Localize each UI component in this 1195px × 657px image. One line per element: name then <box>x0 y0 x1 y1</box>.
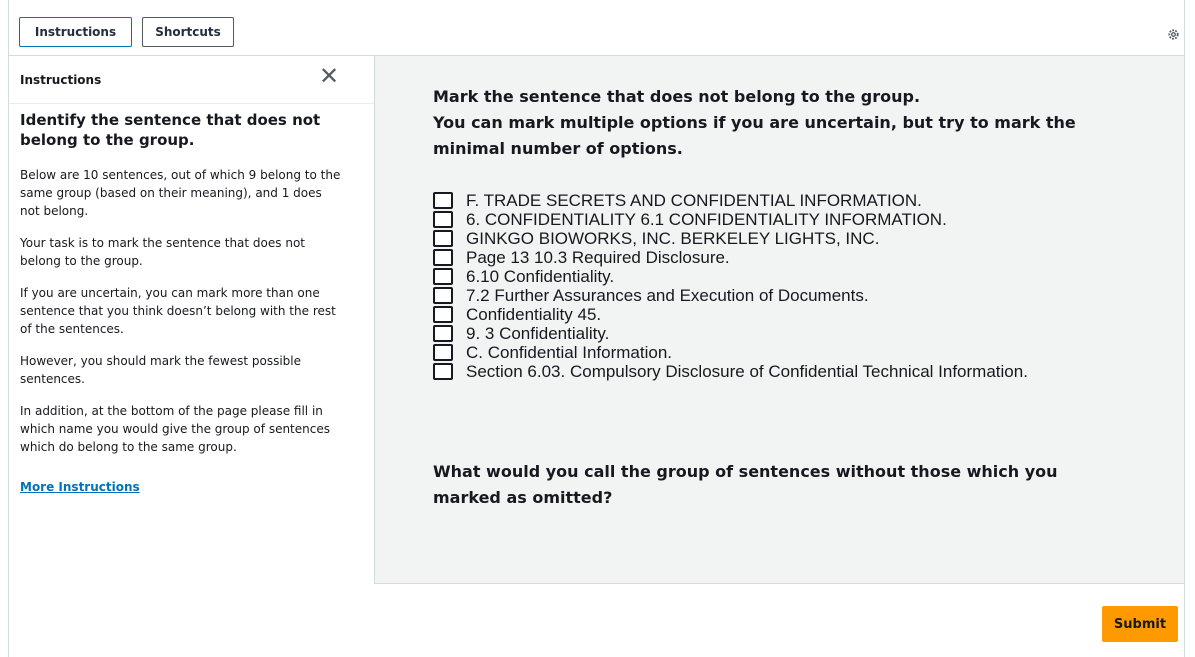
options-list: F. TRADE SECRETS AND CONFIDENTIAL INFORM… <box>433 191 1028 381</box>
option-row: Confidentiality 45. <box>433 305 1028 324</box>
question-line: You can mark multiple options if you are… <box>433 113 1076 132</box>
option-checkbox[interactable] <box>433 211 453 228</box>
option-label: Confidentiality 45. <box>466 305 602 324</box>
option-row: Page 13 10.3 Required Disclosure. <box>433 248 1028 267</box>
option-checkbox[interactable] <box>433 325 453 342</box>
option-label: GINKGO BIOWORKS, INC. BERKELEY LIGHTS, I… <box>466 229 880 248</box>
group-name-prompt-line: marked as omitted? <box>433 488 613 507</box>
group-name-prompt: What would you call the group of sentenc… <box>433 459 1133 511</box>
option-label: Section 6.03. Compulsory Disclosure of C… <box>466 362 1028 381</box>
instructions-paragraph: If you are uncertain, you can mark more … <box>20 286 336 336</box>
option-row: 6. CONFIDENTIALITY 6.1 CONFIDENTIALITY I… <box>433 210 1028 229</box>
instructions-panel: Instructions ✕ Identify the sentence tha… <box>9 56 375 584</box>
more-instructions-link[interactable]: More Instructions <box>20 480 140 494</box>
option-checkbox[interactable] <box>433 306 453 323</box>
option-row: C. Confidential Information. <box>433 343 1028 362</box>
option-label: 6. CONFIDENTIALITY 6.1 CONFIDENTIALITY I… <box>466 210 947 229</box>
task-frame: Instructions Shortcuts Instructions ✕ Id… <box>8 0 1185 657</box>
option-label: F. TRADE SECRETS AND CONFIDENTIAL INFORM… <box>466 191 922 210</box>
option-checkbox[interactable] <box>433 363 453 380</box>
option-label: 6.10 Confidentiality. <box>466 267 615 286</box>
option-checkbox[interactable] <box>433 344 453 361</box>
instructions-paragraph: In addition, at the bottom of the page p… <box>20 404 330 454</box>
submit-button[interactable]: Submit <box>1102 606 1178 642</box>
shortcuts-button[interactable]: Shortcuts <box>142 17 234 47</box>
option-row: 9. 3 Confidentiality. <box>433 324 1028 343</box>
option-checkbox[interactable] <box>433 192 453 209</box>
panel-title: Instructions <box>20 73 102 87</box>
option-row: GINKGO BIOWORKS, INC. BERKELEY LIGHTS, I… <box>433 229 1028 248</box>
option-checkbox[interactable] <box>433 268 453 285</box>
instructions-panel-header: Instructions ✕ <box>9 56 374 104</box>
option-checkbox[interactable] <box>433 287 453 304</box>
option-row: 7.2 Further Assurances and Execution of … <box>433 286 1028 305</box>
question-prompt: Mark the sentence that does not belong t… <box>433 84 1173 162</box>
option-checkbox[interactable] <box>433 249 453 266</box>
task-content: Mark the sentence that does not belong t… <box>375 56 1184 584</box>
group-name-prompt-line: What would you call the group of sentenc… <box>433 462 1058 481</box>
instructions-button[interactable]: Instructions <box>19 17 132 47</box>
instructions-paragraph: Below are 10 sentences, out of which 9 b… <box>20 168 341 218</box>
option-row: 6.10 Confidentiality. <box>433 267 1028 286</box>
instructions-body: Identify the sentence that does not belo… <box>9 104 374 496</box>
instructions-paragraph: However, you should mark the fewest poss… <box>20 354 301 386</box>
option-label: Page 13 10.3 Required Disclosure. <box>466 248 730 267</box>
option-label: 9. 3 Confidentiality. <box>466 324 610 343</box>
question-line: Mark the sentence that does not belong t… <box>433 87 921 106</box>
instructions-paragraph: Your task is to mark the sentence that d… <box>20 236 305 268</box>
option-label: 7.2 Further Assurances and Execution of … <box>466 286 869 305</box>
gear-icon-graphic <box>1167 28 1179 40</box>
option-row: F. TRADE SECRETS AND CONFIDENTIAL INFORM… <box>433 191 1028 210</box>
option-checkbox[interactable] <box>433 230 453 247</box>
option-label: C. Confidential Information. <box>466 343 672 362</box>
option-row: Section 6.03. Compulsory Disclosure of C… <box>433 362 1028 381</box>
top-toolbar: Instructions Shortcuts <box>9 0 1184 56</box>
gear-icon[interactable] <box>1166 27 1180 41</box>
close-icon[interactable]: ✕ <box>317 64 341 88</box>
question-line: minimal number of options. <box>433 139 683 158</box>
instructions-heading: Identify the sentence that does not belo… <box>20 111 321 149</box>
